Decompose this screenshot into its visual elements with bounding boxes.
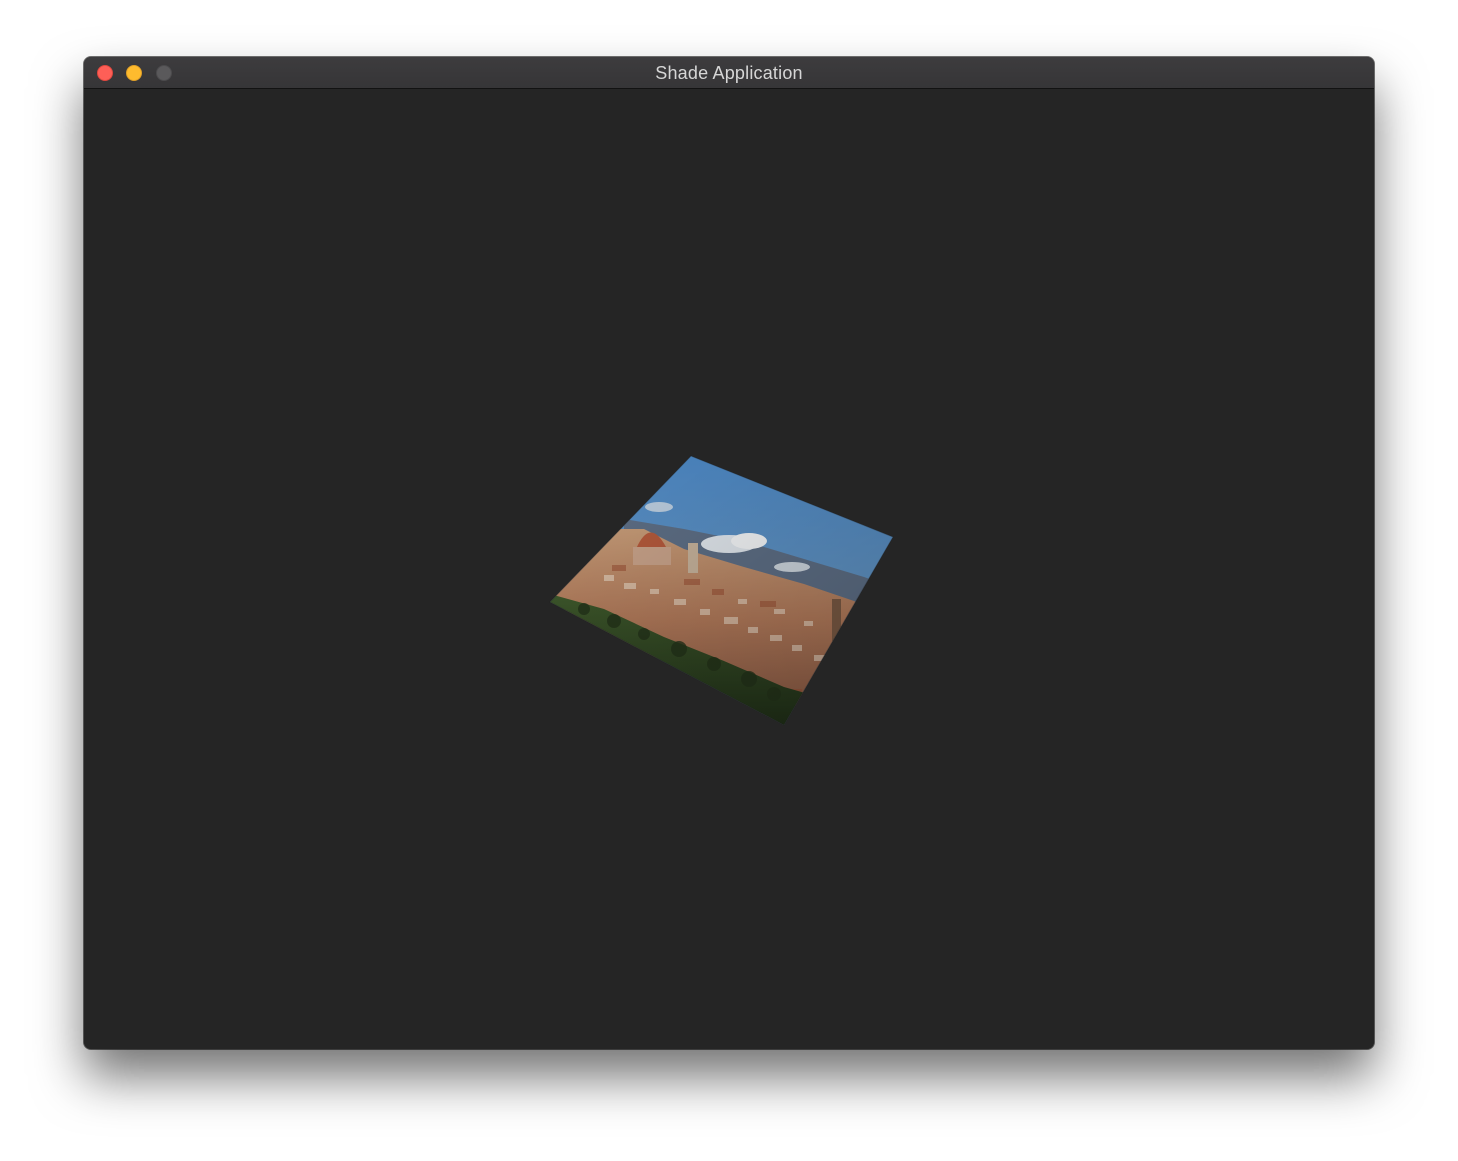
window-title: Shade Application <box>655 63 803 83</box>
app-window: Shade Application <box>84 57 1374 1049</box>
render-viewport[interactable] <box>84 89 1374 1049</box>
title-bar[interactable]: Shade Application <box>84 57 1374 89</box>
textured-quad-scene <box>549 455 894 726</box>
